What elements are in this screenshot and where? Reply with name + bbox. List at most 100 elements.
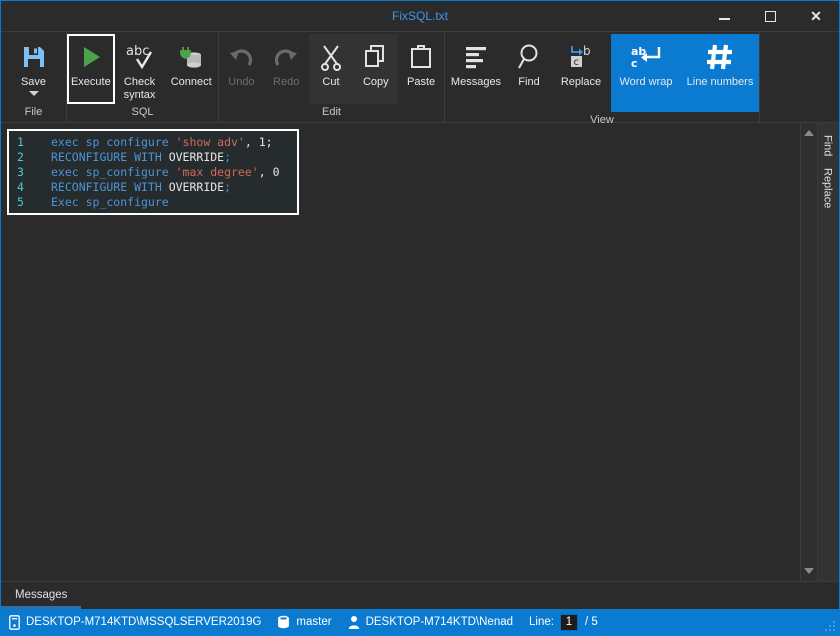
line-number: 3 xyxy=(17,164,24,179)
line-number: 5 xyxy=(17,194,24,209)
copy-label: Copy xyxy=(362,76,389,88)
maximize-button[interactable] xyxy=(747,1,793,31)
code-line-text: exec sp_configure 'max degree', 0 xyxy=(51,164,280,179)
status-database-text: master xyxy=(296,616,332,628)
ribbon-group-view: Messages Find b c Replace ab c Word wrap… xyxy=(445,32,760,126)
app-window: FixSQL.txt ✕ Save File Execute abc Check… xyxy=(0,0,840,636)
ribbon-group-spacer xyxy=(760,32,839,122)
side-panel-tabs: Find Replace xyxy=(817,123,839,581)
word-wrap-button[interactable]: ab c Word wrap xyxy=(611,34,681,112)
editor-vertical-scrollbar[interactable] xyxy=(800,123,817,581)
ribbon-group-file: Save File xyxy=(1,32,67,122)
code-line[interactable]: 3 exec sp_configure 'max degree', 0 xyxy=(9,164,297,179)
code-line-text: Exec sp_configure xyxy=(51,194,169,209)
cut-label: Cut xyxy=(322,76,340,88)
ribbon-group-edit: Undo Redo Cut Copy Paste Edit xyxy=(219,32,445,122)
line-numbers-button[interactable]: Line numbers xyxy=(681,34,759,112)
status-server[interactable]: DESKTOP-M714KTD\MSSQLSERVER2019G xyxy=(9,614,262,630)
window-controls: ✕ xyxy=(701,1,839,31)
abc-checkmark-icon: abc xyxy=(115,41,165,73)
scroll-up-button[interactable] xyxy=(802,125,817,141)
close-button[interactable]: ✕ xyxy=(793,1,839,31)
scroll-down-button[interactable] xyxy=(802,563,817,579)
messages-label: Messages xyxy=(450,76,502,88)
messages-tab[interactable]: Messages xyxy=(1,583,82,609)
find-label: Find xyxy=(518,76,540,88)
save-label: Save xyxy=(20,76,47,88)
redo-label: Redo xyxy=(273,76,300,88)
floppy-disk-icon xyxy=(1,41,66,73)
code-line[interactable]: 2 RECONFIGURE WITH OVERRIDE; xyxy=(9,149,297,164)
code-line-text: exec sp configure 'show adv', 1; xyxy=(51,134,273,149)
ribbon-toolbar: Save File Execute abc Check syntax Conne… xyxy=(1,31,839,126)
status-server-text: DESKTOP-M714KTD\MSSQLSERVER2019G xyxy=(26,616,262,628)
title-bar[interactable]: FixSQL.txt ✕ xyxy=(1,1,839,31)
minimize-button[interactable] xyxy=(701,1,747,31)
line-total-text: / 5 xyxy=(584,616,598,628)
ribbon-group-label-sql: SQL xyxy=(131,106,154,118)
main-area: 1 exec sp configure 'show adv', 1; 2 REC… xyxy=(1,123,839,581)
resize-grip-icon[interactable] xyxy=(824,620,836,632)
play-triangle-icon xyxy=(67,41,115,73)
find-button[interactable]: Find xyxy=(507,34,551,112)
word-wrap-icon: ab c xyxy=(611,41,681,73)
replace-label: Replace xyxy=(560,76,602,88)
paste-button[interactable]: Paste xyxy=(398,34,444,104)
execute-label: Execute xyxy=(70,76,111,88)
sql-editor[interactable]: 1 exec sp configure 'show adv', 1; 2 REC… xyxy=(1,123,800,581)
paste-label: Paste xyxy=(407,76,436,88)
chevron-up-icon xyxy=(804,130,814,136)
code-line[interactable]: 4 RECONFIGURE WITH OVERRIDE; xyxy=(9,179,297,194)
database-icon xyxy=(277,615,290,630)
side-tab-replace[interactable]: Replace xyxy=(819,162,839,214)
status-database[interactable]: master xyxy=(277,615,332,630)
status-user-text: DESKTOP-M714KTD\Nenad xyxy=(365,616,514,628)
code-line[interactable]: 1 exec sp configure 'show adv', 1; xyxy=(9,134,297,149)
svg-text:c: c xyxy=(574,57,580,68)
svg-text:b: b xyxy=(583,44,591,58)
svg-text:abc: abc xyxy=(126,44,149,59)
ribbon-group-label-file: File xyxy=(24,106,43,118)
save-button[interactable]: Save xyxy=(1,34,66,104)
undo-button[interactable]: Undo xyxy=(219,34,264,104)
execute-button[interactable]: Execute xyxy=(67,34,115,104)
replace-bc-icon: b c xyxy=(551,41,611,73)
undo-arrow-icon xyxy=(219,41,264,73)
ribbon-group-label-edit: Edit xyxy=(322,106,341,118)
cut-button[interactable]: Cut xyxy=(308,34,354,104)
copy-pages-icon xyxy=(353,41,398,73)
status-bar: DESKTOP-M714KTD\MSSQLSERVER2019G master xyxy=(1,609,839,635)
undo-label: Undo xyxy=(228,76,255,88)
code-line-text: RECONFIGURE WITH OVERRIDE; xyxy=(51,149,232,164)
code-line[interactable]: 5 Exec sp_configure xyxy=(9,194,297,209)
check-syntax-button[interactable]: abc Check syntax xyxy=(115,34,165,104)
word-wrap-label: Word wrap xyxy=(619,76,673,88)
maximize-icon xyxy=(764,10,776,22)
line-number-input[interactable]: 1 xyxy=(559,613,578,631)
svg-text:c: c xyxy=(631,57,638,70)
line-number: 1 xyxy=(17,134,24,149)
sql-code-block[interactable]: 1 exec sp configure 'show adv', 1; 2 REC… xyxy=(7,129,299,215)
chevron-down-icon xyxy=(804,568,814,574)
status-line-info: Line: 1 / 5 xyxy=(529,613,598,631)
magnifier-icon xyxy=(507,41,551,73)
messages-panel-bar: Messages xyxy=(1,581,839,609)
replace-button[interactable]: b c Replace xyxy=(551,34,611,112)
code-line-text: RECONFIGURE WITH OVERRIDE; xyxy=(51,179,232,194)
save-dropdown-caret-icon[interactable] xyxy=(28,91,39,96)
status-user[interactable]: DESKTOP-M714KTD\Nenad xyxy=(348,615,513,630)
database-plug-icon xyxy=(164,41,218,73)
close-icon: ✕ xyxy=(810,8,822,24)
check-syntax-label: Check syntax xyxy=(123,76,156,101)
hash-grid-icon xyxy=(681,41,759,73)
user-icon xyxy=(348,615,360,630)
redo-button[interactable]: Redo xyxy=(264,34,309,104)
server-icon xyxy=(9,614,20,630)
messages-button[interactable]: Messages xyxy=(445,34,507,112)
side-tab-find[interactable]: Find xyxy=(819,129,839,162)
connect-button[interactable]: Connect xyxy=(164,34,218,104)
line-number: 4 xyxy=(17,179,24,194)
clipboard-icon xyxy=(398,41,444,73)
line-label: Line: xyxy=(529,616,554,628)
copy-button[interactable]: Copy xyxy=(353,34,399,104)
